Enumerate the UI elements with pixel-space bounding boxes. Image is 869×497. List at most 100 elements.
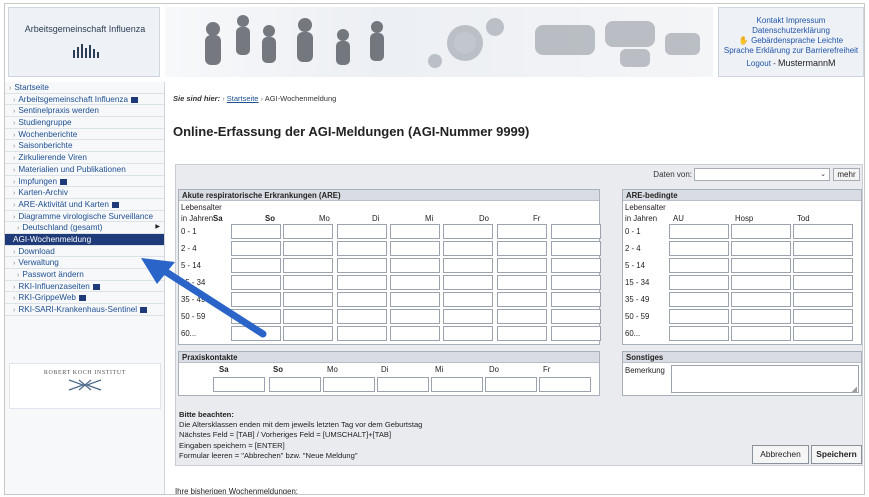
are-input-cell[interactable]	[443, 326, 493, 341]
are-input-cell[interactable]	[231, 309, 281, 324]
are-input-cell[interactable]	[390, 258, 440, 273]
are-input-cell[interactable]	[443, 309, 493, 324]
are-input-cell[interactable]	[497, 275, 547, 290]
are-input-cell[interactable]	[497, 326, 547, 341]
are-input-cell[interactable]	[337, 292, 387, 307]
are-input-cell[interactable]	[497, 224, 547, 239]
gebaerdensprache-link[interactable]: Gebärdensprache Leichte	[751, 36, 843, 45]
kontakt-impressum-links[interactable]: Kontakt Impressum	[719, 16, 863, 26]
are-input-cell[interactable]	[390, 275, 440, 290]
areb-input-cell[interactable]	[669, 326, 729, 341]
are-input-cell[interactable]	[337, 224, 387, 239]
are-input-cell[interactable]	[551, 292, 601, 307]
praxis-input-cell[interactable]	[377, 377, 429, 392]
sidebar-item-karten-archiv[interactable]: › Karten-Archiv	[5, 187, 164, 199]
are-input-cell[interactable]	[551, 258, 601, 273]
areb-input-cell[interactable]	[669, 275, 729, 290]
are-input-cell[interactable]	[283, 309, 333, 324]
breadcrumb-home-link[interactable]: Startseite	[227, 94, 259, 103]
sidebar-item-arbeitsgemeinschaft[interactable]: › Arbeitsgemeinschaft Influenza	[5, 94, 164, 106]
praxis-input-cell[interactable]	[485, 377, 537, 392]
cancel-button[interactable]: Abbrechen	[752, 445, 809, 464]
are-input-cell[interactable]	[551, 275, 601, 290]
agi-logo-box[interactable]: Arbeitsgemeinschaft Influenza	[8, 7, 160, 77]
are-input-cell[interactable]	[497, 241, 547, 256]
are-input-cell[interactable]	[551, 326, 601, 341]
are-input-cell[interactable]	[443, 258, 493, 273]
accessibility-links[interactable]: ✋ Gebärdensprache Leichte	[719, 36, 863, 46]
sidebar-item-sentinelpraxis[interactable]: › Sentinelpraxis werden	[5, 105, 164, 118]
sidebar-item-agi-wochenmeldung[interactable]: AGI-Wochenmeldung	[5, 233, 164, 246]
areb-input-cell[interactable]	[793, 326, 853, 341]
sidebar-item-rki-influenza[interactable]: › RKI-Influenzaseiten	[5, 281, 164, 293]
areb-input-cell[interactable]	[731, 258, 791, 273]
rki-logo[interactable]: ROBERT KOCH INSTITUT	[9, 363, 161, 409]
sidebar-item-verwaltung[interactable]: › Verwaltung	[5, 257, 164, 269]
are-input-cell[interactable]	[443, 241, 493, 256]
are-input-cell[interactable]	[283, 258, 333, 273]
areb-input-cell[interactable]	[669, 241, 729, 256]
sidebar-item-saisonberichte[interactable]: › Saisonberichte	[5, 140, 164, 153]
praxis-input-cell[interactable]	[431, 377, 483, 392]
praxis-input-cell[interactable]	[269, 377, 321, 392]
areb-input-cell[interactable]	[731, 241, 791, 256]
sidebar-item-download[interactable]: › Download	[5, 246, 164, 258]
are-input-cell[interactable]	[231, 275, 281, 290]
areb-input-cell[interactable]	[731, 309, 791, 324]
are-input-cell[interactable]	[231, 258, 281, 273]
logout-link[interactable]: Logout	[746, 59, 770, 68]
are-input-cell[interactable]	[231, 224, 281, 239]
areb-input-cell[interactable]	[669, 309, 729, 324]
are-input-cell[interactable]	[283, 326, 333, 341]
are-input-cell[interactable]	[337, 326, 387, 341]
are-input-cell[interactable]	[337, 309, 387, 324]
are-input-cell[interactable]	[443, 275, 493, 290]
areb-input-cell[interactable]	[793, 309, 853, 324]
are-input-cell[interactable]	[231, 241, 281, 256]
are-input-cell[interactable]	[443, 292, 493, 307]
are-input-cell[interactable]	[283, 275, 333, 290]
sidebar-item-zirkulierende-viren[interactable]: › Zirkulierende Viren	[5, 152, 164, 164]
sidebar-item-are-aktivitaet[interactable]: › ARE-Aktivität und Karten	[5, 199, 164, 211]
are-input-cell[interactable]	[390, 309, 440, 324]
daten-von-select[interactable]: ⌄	[694, 168, 830, 181]
sidebar-item-sari[interactable]: › RKI-SARI-Krankenhaus-Sentinel	[5, 304, 164, 316]
areb-input-cell[interactable]	[793, 258, 853, 273]
are-input-cell[interactable]	[551, 224, 601, 239]
barrierefreiheit-link[interactable]: Sprache Erklärung zur Barrierefreiheit	[719, 46, 863, 56]
sidebar-item-startseite[interactable]: › Startseite	[5, 82, 164, 94]
are-input-cell[interactable]	[497, 309, 547, 324]
are-input-cell[interactable]	[551, 309, 601, 324]
are-input-cell[interactable]	[337, 275, 387, 290]
are-input-cell[interactable]	[390, 292, 440, 307]
are-input-cell[interactable]	[497, 292, 547, 307]
praxis-input-cell[interactable]	[539, 377, 591, 392]
are-input-cell[interactable]	[497, 258, 547, 273]
areb-input-cell[interactable]	[731, 326, 791, 341]
sidebar-item-wochenberichte[interactable]: › Wochenberichte	[5, 129, 164, 141]
areb-input-cell[interactable]	[669, 258, 729, 273]
sidebar-item-diagramme[interactable]: › Diagramme virologische Surveillance	[5, 211, 164, 223]
are-input-cell[interactable]	[390, 241, 440, 256]
save-button[interactable]: Speichern	[811, 445, 862, 464]
areb-input-cell[interactable]	[731, 292, 791, 307]
areb-input-cell[interactable]	[793, 224, 853, 239]
are-input-cell[interactable]	[231, 292, 281, 307]
sidebar-item-materialien[interactable]: › Materialien und Publikationen	[5, 164, 164, 176]
areb-input-cell[interactable]	[793, 292, 853, 307]
areb-input-cell[interactable]	[669, 224, 729, 239]
areb-input-cell[interactable]	[731, 224, 791, 239]
are-input-cell[interactable]	[551, 241, 601, 256]
are-input-cell[interactable]	[337, 258, 387, 273]
datenschutz-link[interactable]: Datenschutzerklärung	[719, 26, 863, 36]
sidebar-item-grippeweb[interactable]: › RKI-GrippeWeb	[5, 292, 164, 305]
praxis-input-cell[interactable]	[323, 377, 375, 392]
are-input-cell[interactable]	[283, 241, 333, 256]
are-input-cell[interactable]	[390, 224, 440, 239]
sidebar-item-impfungen[interactable]: › Impfungen	[5, 176, 164, 188]
bemerkung-textarea[interactable]: ◢	[671, 365, 859, 393]
areb-input-cell[interactable]	[731, 275, 791, 290]
areb-input-cell[interactable]	[793, 241, 853, 256]
sidebar-item-passwort[interactable]: › Passwort ändern	[5, 269, 164, 281]
areb-input-cell[interactable]	[793, 275, 853, 290]
